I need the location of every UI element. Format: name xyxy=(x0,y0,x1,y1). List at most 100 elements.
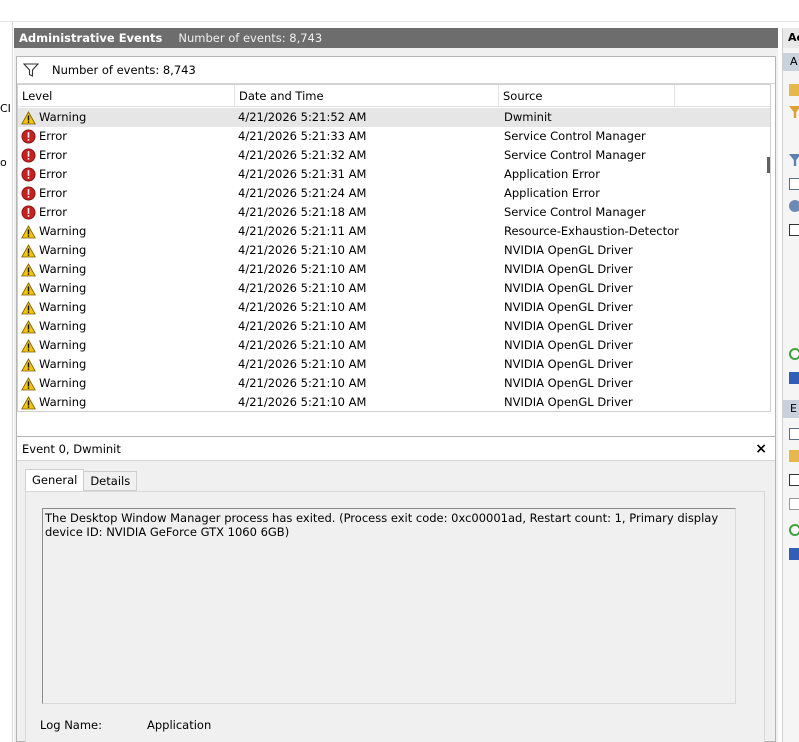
event-datetime: 4/21/2026 5:21:10 AM xyxy=(238,338,367,352)
warning-icon xyxy=(21,395,36,409)
save-event-icon[interactable] xyxy=(789,474,799,486)
event-row[interactable]: Warning 4/21/2026 5:21:10 AM NVIDIA OpenGL… xyxy=(18,279,770,298)
tab-details[interactable]: Details xyxy=(84,471,138,491)
actions-pane-header: Ac xyxy=(783,28,799,48)
event-source: Service Control Manager xyxy=(504,148,646,162)
properties-icon[interactable] xyxy=(789,178,799,190)
open-folder-icon[interactable] xyxy=(789,84,799,96)
column-header-datetime-label: Date and Time xyxy=(239,89,324,103)
detail-tabs: General Details xyxy=(25,469,138,492)
event-datetime: 4/21/2026 5:21:32 AM xyxy=(238,148,367,162)
event-level-label: Warning xyxy=(39,224,87,238)
event-level: Error xyxy=(21,203,231,222)
event-level-label: Warning xyxy=(39,300,87,314)
column-header-level-label: Level xyxy=(22,89,53,103)
actions-pane: Ac A E xyxy=(782,28,799,742)
column-header-source[interactable]: Source xyxy=(499,85,675,107)
event-source: Application Error xyxy=(504,186,600,200)
detail-title: Event 0, Dwminit xyxy=(22,442,121,456)
event-row[interactable]: Warning 4/21/2026 5:21:10 AM NVIDIA OpenGL… xyxy=(18,241,770,260)
find-icon[interactable] xyxy=(789,200,799,212)
refresh-event-icon[interactable] xyxy=(789,524,799,536)
event-level: Warning xyxy=(21,317,231,336)
filter-log-icon[interactable] xyxy=(789,106,799,118)
filter-bar: Number of events: 8,743 xyxy=(17,57,775,84)
event-level: Warning xyxy=(21,260,231,279)
event-level-label: Warning xyxy=(39,262,87,276)
event-row[interactable]: Warning 4/21/2026 5:21:52 AM Dwminit xyxy=(18,108,770,127)
left-pane-clipped-text-2: o xyxy=(0,156,7,169)
event-level-label: Warning xyxy=(39,110,87,124)
event-row[interactable]: Warning 4/21/2026 5:21:10 AM NVIDIA OpenGL… xyxy=(18,298,770,317)
column-header-level[interactable]: Level xyxy=(18,85,235,107)
event-row[interactable]: Warning 4/21/2026 5:21:10 AM NVIDIA OpenGL… xyxy=(18,393,770,411)
log-name-row: Log Name: Application xyxy=(40,718,211,732)
event-row[interactable]: Warning 4/21/2026 5:21:10 AM NVIDIA OpenGL… xyxy=(18,336,770,355)
event-row[interactable]: Error 4/21/2026 5:21:31 AM Application Err… xyxy=(18,165,770,184)
actions-section-header-1[interactable]: A xyxy=(783,53,799,71)
view-event-count: Number of events: 8,743 xyxy=(178,31,323,45)
view-title: Administrative Events xyxy=(19,31,163,45)
event-row[interactable]: Warning 4/21/2026 5:21:10 AM NVIDIA OpenGL… xyxy=(18,374,770,393)
event-row[interactable]: Warning 4/21/2026 5:21:10 AM NVIDIA OpenGL… xyxy=(18,355,770,374)
error-icon xyxy=(21,186,36,201)
event-source: NVIDIA OpenGL Driver xyxy=(504,357,633,371)
event-level-label: Warning xyxy=(39,281,87,295)
tab-general[interactable]: General xyxy=(25,469,85,492)
event-row[interactable]: Warning 4/21/2026 5:21:11 AM Resource-Exha… xyxy=(18,222,770,241)
event-source: NVIDIA OpenGL Driver xyxy=(504,262,633,276)
copy-icon[interactable] xyxy=(789,498,799,510)
event-row[interactable]: Error 4/21/2026 5:21:18 AM Service Control… xyxy=(18,203,770,222)
error-icon xyxy=(21,205,36,220)
event-level-label: Error xyxy=(39,205,68,219)
attach-task-icon[interactable] xyxy=(789,450,799,462)
event-datetime: 4/21/2026 5:21:33 AM xyxy=(238,129,367,143)
help-icon[interactable] xyxy=(789,372,799,384)
event-level: Warning xyxy=(21,355,231,374)
event-datetime: 4/21/2026 5:21:11 AM xyxy=(238,224,367,238)
event-level-label: Error xyxy=(39,148,68,162)
detail-header: Event 0, Dwminit × xyxy=(17,437,775,461)
event-level: Warning xyxy=(21,336,231,355)
event-level: Error xyxy=(21,184,231,203)
log-name-label: Log Name: xyxy=(40,718,102,732)
event-row[interactable]: Warning 4/21/2026 5:21:10 AM NVIDIA OpenGL… xyxy=(18,317,770,336)
event-message-box[interactable]: The Desktop Window Manager process has e… xyxy=(42,508,736,704)
event-level-label: Warning xyxy=(39,319,87,333)
event-level: Warning xyxy=(21,222,231,241)
filter-event-count: Number of events: 8,743 xyxy=(52,63,196,77)
event-level: Warning xyxy=(21,108,231,127)
event-level: Warning xyxy=(21,279,231,298)
filter-current-icon[interactable] xyxy=(789,154,799,166)
event-datetime: 4/21/2026 5:21:10 AM xyxy=(238,357,367,371)
refresh-icon[interactable] xyxy=(789,348,799,360)
event-datetime: 4/21/2026 5:21:10 AM xyxy=(238,262,367,276)
warning-icon xyxy=(21,300,36,314)
event-source: Dwminit xyxy=(504,110,552,124)
event-level-label: Warning xyxy=(39,357,87,371)
event-datetime: 4/21/2026 5:21:52 AM xyxy=(238,110,367,124)
actions-section-header-2[interactable]: E xyxy=(783,400,799,418)
event-row[interactable]: Error 4/21/2026 5:21:33 AM Service Control… xyxy=(18,127,770,146)
help-event-icon[interactable] xyxy=(789,548,799,560)
filter-icon[interactable] xyxy=(23,63,39,77)
event-level: Error xyxy=(21,127,231,146)
vertical-scrollbar-thumb[interactable] xyxy=(767,157,770,173)
main-pane: Administrative Events Number of events: … xyxy=(14,28,778,742)
warning-icon xyxy=(21,319,36,333)
column-header-source-label: Source xyxy=(503,89,543,103)
event-properties-icon[interactable] xyxy=(789,428,799,440)
event-row[interactable]: Error 4/21/2026 5:21:24 AM Application Err… xyxy=(18,184,770,203)
events-grid[interactable]: Level Date and Time Source Warning 4/21/2… xyxy=(17,84,771,412)
event-source: NVIDIA OpenGL Driver xyxy=(504,376,633,390)
left-navigation-pane[interactable]: CI o xyxy=(0,22,13,742)
event-row[interactable]: Error 4/21/2026 5:21:32 AM Service Control… xyxy=(18,146,770,165)
event-row[interactable]: Warning 4/21/2026 5:21:10 AM NVIDIA OpenGL… xyxy=(18,260,770,279)
event-level-label: Error xyxy=(39,167,68,181)
event-datetime: 4/21/2026 5:21:24 AM xyxy=(238,186,367,200)
save-icon[interactable] xyxy=(789,224,799,236)
column-header-datetime[interactable]: Date and Time xyxy=(235,85,499,107)
event-level: Warning xyxy=(21,241,231,260)
close-icon[interactable]: × xyxy=(755,437,767,461)
event-datetime: 4/21/2026 5:21:10 AM xyxy=(238,281,367,295)
